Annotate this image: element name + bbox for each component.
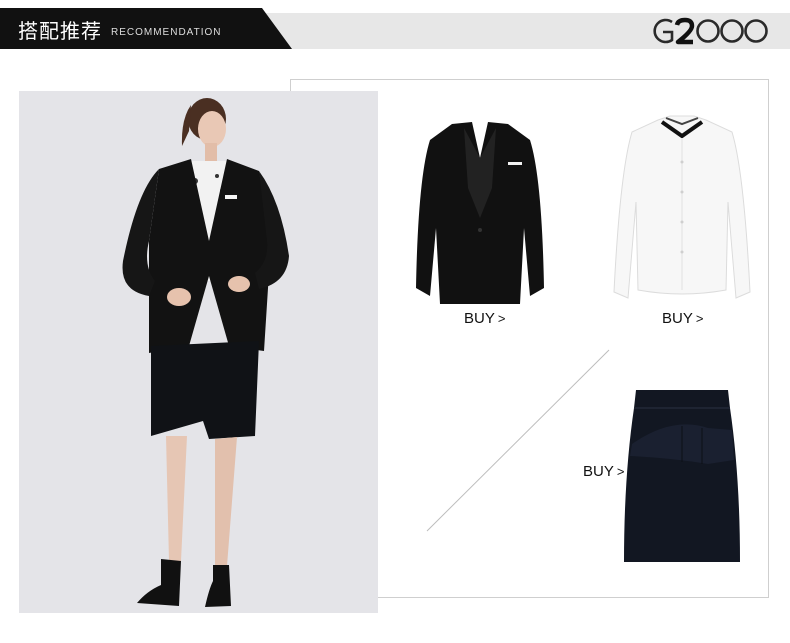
chevron-right-icon: > <box>695 311 704 326</box>
model-illustration <box>122 98 289 607</box>
buy-label: BUY <box>662 310 693 327</box>
model-photo <box>19 91 378 613</box>
frame-corner <box>290 79 291 91</box>
shirt-product-image[interactable] <box>610 112 754 304</box>
buy-jacket-button[interactable]: BUY > <box>464 310 505 327</box>
buy-shirt-button[interactable]: BUY > <box>662 310 703 327</box>
chevron-right-icon: > <box>497 311 506 326</box>
buy-label: BUY <box>464 310 495 327</box>
jacket-product-image[interactable] <box>412 118 548 308</box>
section-title-en: RECOMMENDATION <box>111 27 222 38</box>
buy-skirt-button[interactable]: BUY > <box>583 463 624 480</box>
buy-label: BUY <box>583 463 614 480</box>
skirt-product-image[interactable] <box>622 386 742 566</box>
divider-line <box>426 349 610 532</box>
chevron-right-icon: > <box>616 464 625 479</box>
section-title-cn: 搭配推荐 <box>18 19 102 43</box>
g2000-logo <box>653 17 768 45</box>
section-header: 搭配推荐 RECOMMENDATION <box>0 0 790 50</box>
